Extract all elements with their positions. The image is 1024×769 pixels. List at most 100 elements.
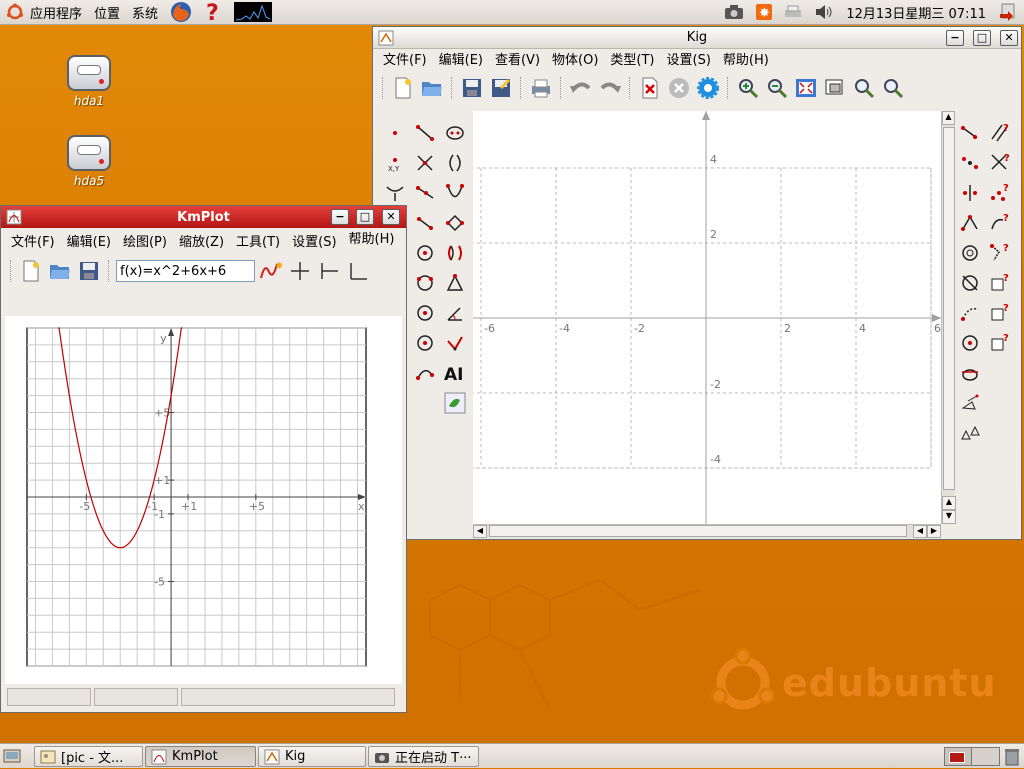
segment-tool-icon[interactable] [413,121,437,145]
circle-radius-icon[interactable] [413,301,437,325]
kmplot-menu-edit[interactable]: 编辑(E) [61,232,117,254]
kig-minimize-button[interactable]: − [946,30,964,46]
mirror-tool-icon[interactable] [958,181,982,205]
taskbar-item-pic[interactable]: [pic - 文... [34,746,143,767]
translate-tool-icon[interactable] [958,121,982,145]
kig-close-button[interactable]: ✕ [1000,30,1018,46]
intersection-tool-icon[interactable] [413,151,437,175]
hyperbola-tool-icon[interactable] [443,151,467,175]
system-monitor-icon[interactable] [228,0,278,25]
help-launcher-icon[interactable]: ? [198,0,228,25]
taskbar-item-starting[interactable]: 正在启动 T··· [368,746,479,767]
affinity-tool-icon[interactable] [958,421,982,445]
desktop-icon-hda1[interactable]: hda1 [59,55,119,108]
kig-vertical-scrollbar[interactable]: ▲ ▲ ▼ [941,111,956,524]
volume-icon[interactable] [808,0,840,25]
text-label-icon[interactable]: AI [443,361,467,385]
kmplot-minimize-button[interactable]: − [331,209,349,225]
new-document-icon[interactable] [18,258,44,284]
function-input[interactable] [116,260,255,282]
kig-menu-view[interactable]: 查看(V) [489,50,546,72]
point-tool-icon[interactable] [383,121,407,145]
point-reflection-icon[interactable] [958,151,982,175]
kmplot-menu-file[interactable]: 文件(F) [5,232,61,254]
orthogonal-test-icon[interactable]: ? [988,151,1012,175]
curve-intersect-icon[interactable] [383,181,407,205]
kig-titlebar[interactable]: Kig − □ ✕ [373,27,1021,49]
circle-point-icon[interactable] [413,331,437,355]
kig-vscroll-thumb[interactable] [943,127,955,490]
workspace-2[interactable] [972,748,999,765]
menu-places[interactable]: 位置 [88,0,126,25]
kig-menu-objects[interactable]: 物体(O) [546,50,604,72]
parabola-tool-icon[interactable] [443,181,467,205]
locus-tool-icon[interactable] [443,331,467,355]
arc-tool-icon[interactable] [413,361,437,385]
cancel-construction-icon[interactable] [666,75,692,101]
save-icon[interactable] [459,75,485,101]
ubuntu-menu-icon[interactable] [0,0,30,25]
trash-icon[interactable] [1004,747,1020,769]
ellipse-tool-icon[interactable] [443,211,467,235]
kig-maximize-button[interactable]: □ [973,30,991,46]
kmplot-menu-help[interactable]: 帮助(H) [343,232,401,254]
circle-three-points-icon[interactable] [413,271,437,295]
scroll-right-icon[interactable]: ▶ [927,525,941,538]
zoom-area-icon[interactable] [851,75,877,101]
scale-tool-icon[interactable] [958,241,982,265]
kmplot-menu-settings[interactable]: 设置(S) [286,232,342,254]
new-document-icon[interactable] [390,75,416,101]
in-polygon-test-icon[interactable]: ? [988,301,1012,325]
vector-equal-test-icon[interactable]: ? [988,271,1012,295]
select-shown-area-icon[interactable] [822,75,848,101]
screenshot-icon[interactable] [718,0,750,25]
kig-canvas[interactable]: -6 -4 -2 2 4 6 4 2 -2 -4 [452,111,941,524]
scroll-up-icon[interactable]: ▲ [942,111,955,125]
zoom-fit-icon[interactable] [880,75,906,101]
axes-left-icon[interactable] [316,258,342,284]
kig-menu-file[interactable]: 文件(F) [377,50,433,72]
cubic-tool-icon[interactable] [443,241,467,265]
clock[interactable]: 12月13日星期三 07:11 [840,0,992,25]
parallel-test-icon[interactable]: ? [988,121,1012,145]
zoom-out-icon[interactable] [764,75,790,101]
projection-tool-icon[interactable] [958,361,982,385]
kmplot-menu-zoom[interactable]: 缩放(Z) [173,232,230,254]
taskbar-item-kig[interactable]: Kig [258,746,366,767]
kmplot-menu-plot[interactable]: 绘图(P) [117,232,173,254]
collinear-test-icon[interactable]: ? [988,181,1012,205]
kig-menu-types[interactable]: 类型(T) [604,50,660,72]
taskbar-item-kmplot[interactable]: KmPlot [145,746,256,767]
homothety-tool-icon[interactable] [958,301,982,325]
script-tool-icon[interactable] [443,391,467,415]
kmplot-plot-area[interactable]: -5 -1 +1 +5 +5 +1 -1 -5 x y [5,316,402,684]
menu-system[interactable]: 系统 [126,0,164,25]
circle-by-center-icon[interactable] [958,331,982,355]
scroll-left-icon[interactable]: ◀ [473,525,487,538]
firefox-launcher-icon[interactable] [164,0,198,25]
scroll-right-icon[interactable]: ◀ [913,525,927,538]
update-notifier-icon[interactable]: ✸ [750,0,778,25]
axes-corner-icon[interactable] [345,258,371,284]
delete-objects-icon[interactable] [637,75,663,101]
contains-test-icon[interactable]: ? [988,211,1012,235]
conic-tool-icon[interactable] [443,121,467,145]
kmplot-titlebar[interactable]: KmPlot − □ ✕ [1,206,406,228]
zoom-in-icon[interactable] [735,75,761,101]
repeat-icon[interactable] [695,75,721,101]
coordinate-point-icon[interactable]: X,Y [383,151,407,175]
desktop-icon-hda5[interactable]: hda5 [59,135,119,188]
scroll-down-icon[interactable]: ▲ [942,496,956,510]
print-icon[interactable] [528,75,554,101]
printer-tray-icon[interactable] [778,0,808,25]
logout-icon[interactable] [992,0,1024,25]
inversion-tool-icon[interactable] [958,271,982,295]
open-folder-icon[interactable] [419,75,445,101]
axes-center-icon[interactable] [287,258,313,284]
menu-applications[interactable]: 应用程序 [30,0,88,25]
redo-icon[interactable] [597,75,623,101]
distance-test-icon[interactable]: ? [988,241,1012,265]
kmplot-maximize-button[interactable]: □ [356,209,374,225]
kmplot-menu-tools[interactable]: 工具(T) [230,232,286,254]
circle-center-tool-icon[interactable] [413,241,437,265]
